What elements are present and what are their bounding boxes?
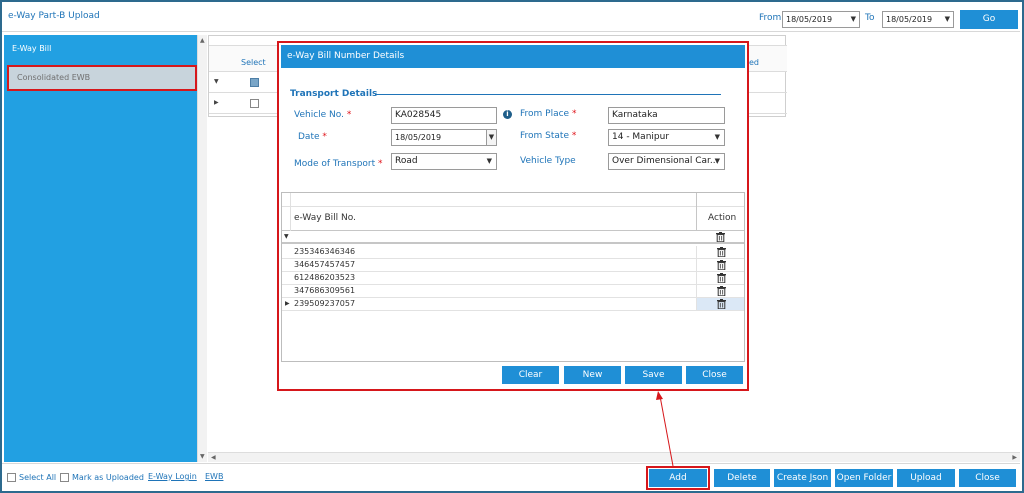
sidebar-item-consolidated-ewb[interactable]: Consolidated EWB	[7, 65, 197, 91]
column-header-action: Action	[708, 213, 737, 223]
action-cell	[696, 246, 744, 258]
mode-of-transport-label: Mode of Transport *	[294, 159, 383, 169]
table-row[interactable]: ▶ 239509237057	[282, 298, 744, 311]
to-label: To	[865, 13, 875, 23]
vehicle-no-label: Vehicle No. *	[294, 110, 352, 120]
row-pointer-icon: ▶	[285, 300, 290, 307]
eway-bill-details-dialog: e-Way Bill Number Details Transport Deta…	[277, 41, 749, 391]
from-label: From	[759, 13, 782, 23]
from-date-picker[interactable]: 18/05/2019 ▼	[782, 11, 860, 28]
mark-as-uploaded-checkbox[interactable]	[60, 473, 69, 482]
add-button[interactable]: Add	[649, 469, 707, 487]
new-button[interactable]: New	[564, 366, 621, 384]
from-state-label: From State *	[520, 131, 577, 141]
select-all-checkbox[interactable]	[250, 78, 259, 87]
to-date-value: 18/05/2019	[886, 15, 933, 24]
vehicle-type-label: Vehicle Type	[520, 156, 576, 166]
eway-bill-table: e-Way Bill No. Action ▼ 235346346346 346…	[281, 192, 745, 362]
app-title: e-Way Part-B Upload	[8, 11, 100, 21]
column-header-eway-bill-no[interactable]: e-Way Bill No.	[294, 213, 356, 223]
upload-button[interactable]: Upload	[897, 469, 955, 487]
column-header-partial[interactable]: ed	[749, 58, 759, 67]
dialog-close-button[interactable]: Close	[686, 366, 743, 384]
row-filter-icon: ▼	[214, 78, 219, 85]
mark-as-uploaded-label: Mark as Uploaded	[72, 473, 144, 482]
ewb-link[interactable]: EWB	[205, 472, 223, 481]
scroll-right-icon[interactable]: ▶	[1012, 454, 1017, 461]
dialog-title: e-Way Bill Number Details	[281, 45, 745, 68]
clear-button[interactable]: Clear	[502, 366, 559, 384]
vehicle-type-value: Over Dimensional Car...	[612, 156, 719, 166]
eway-bill-no: 239509237057	[294, 299, 356, 308]
vehicle-no-input[interactable]: KA028545	[391, 107, 497, 124]
save-button[interactable]: Save	[625, 366, 682, 384]
row-checkbox[interactable]	[250, 99, 259, 108]
action-cell	[696, 298, 744, 310]
vehicle-type-select[interactable]: Over Dimensional Car... ▼	[608, 153, 725, 170]
trash-icon[interactable]	[716, 232, 725, 242]
grid-horizontal-scrollbar[interactable]: ◀ ▶	[208, 452, 1020, 462]
eway-bill-no: 235346346346	[294, 247, 356, 256]
from-state-value: 14 - Manipur	[612, 132, 670, 142]
section-title: Transport Details	[290, 89, 378, 99]
delete-button[interactable]: Delete	[714, 469, 770, 487]
table-row[interactable]: 347686309561	[282, 285, 744, 298]
eway-bill-no: 347686309561	[294, 286, 356, 295]
table-row[interactable]: 235346346346	[282, 246, 744, 259]
chevron-down-icon[interactable]: ▼	[487, 154, 492, 169]
from-place-input[interactable]: Karnataka	[608, 107, 725, 124]
trash-icon[interactable]	[717, 247, 726, 257]
table-row[interactable]: 612486203523	[282, 272, 744, 285]
from-place-label: From Place *	[520, 109, 577, 119]
open-folder-button[interactable]: Open Folder	[835, 469, 893, 487]
eway-login-link[interactable]: E-Way Login	[148, 472, 197, 481]
select-all-label: Select All	[19, 473, 57, 482]
action-cell	[696, 272, 744, 284]
eway-bill-no: 346457457457	[294, 260, 356, 269]
date-value: 18/05/2019	[395, 133, 442, 142]
filter-icon[interactable]: ▼	[284, 233, 289, 240]
table-row[interactable]: 346457457457	[282, 259, 744, 272]
date-input[interactable]: 18/05/2019 ▼	[391, 129, 497, 146]
bottom-bar: Select All Mark as Uploaded E-Way Login …	[2, 463, 1020, 491]
mode-of-transport-select[interactable]: Road ▼	[391, 153, 497, 170]
trash-icon[interactable]	[717, 286, 726, 296]
trash-icon[interactable]	[717, 260, 726, 270]
from-state-select[interactable]: 14 - Manipur ▼	[608, 129, 725, 146]
trash-icon[interactable]	[717, 273, 726, 283]
eway-bill-no: 612486203523	[294, 273, 356, 282]
select-all-checkbox[interactable]	[7, 473, 16, 482]
chevron-down-icon[interactable]: ▼	[851, 12, 856, 27]
section-divider	[375, 94, 721, 95]
chevron-down-icon[interactable]: ▼	[945, 12, 950, 27]
date-label: Date *	[298, 132, 327, 142]
go-button[interactable]: Go	[960, 10, 1018, 29]
scroll-up-icon[interactable]: ▲	[200, 37, 205, 44]
sidebar: E-Way Bill Consolidated EWB	[4, 35, 197, 462]
chevron-down-icon[interactable]: ▼	[715, 130, 720, 145]
row-pointer-icon: ▶	[214, 99, 219, 106]
table-header: e-Way Bill No. Action	[282, 193, 744, 231]
create-json-button[interactable]: Create Json	[774, 469, 831, 487]
sidebar-scrollbar[interactable]: ▲ ▼	[197, 35, 207, 462]
to-date-picker[interactable]: 18/05/2019 ▼	[882, 11, 954, 28]
close-button[interactable]: Close	[959, 469, 1016, 487]
chevron-down-icon[interactable]: ▼	[715, 154, 720, 169]
trash-icon[interactable]	[717, 299, 726, 309]
filter-row[interactable]: ▼	[282, 231, 744, 244]
scroll-down-icon[interactable]: ▼	[200, 453, 205, 460]
sidebar-item-eway-bill[interactable]: E-Way Bill	[4, 35, 197, 62]
from-date-value: 18/05/2019	[786, 15, 833, 24]
mode-of-transport-value: Road	[395, 156, 418, 166]
action-cell	[696, 259, 744, 271]
top-bar: e-Way Part-B Upload From 18/05/2019 ▼ To…	[2, 2, 1020, 32]
scroll-left-icon[interactable]: ◀	[211, 454, 216, 461]
action-cell	[696, 285, 744, 297]
info-icon[interactable]: i	[503, 110, 512, 119]
column-header-select[interactable]: Select	[241, 58, 266, 67]
calendar-dropdown-icon[interactable]: ▼	[486, 130, 496, 145]
